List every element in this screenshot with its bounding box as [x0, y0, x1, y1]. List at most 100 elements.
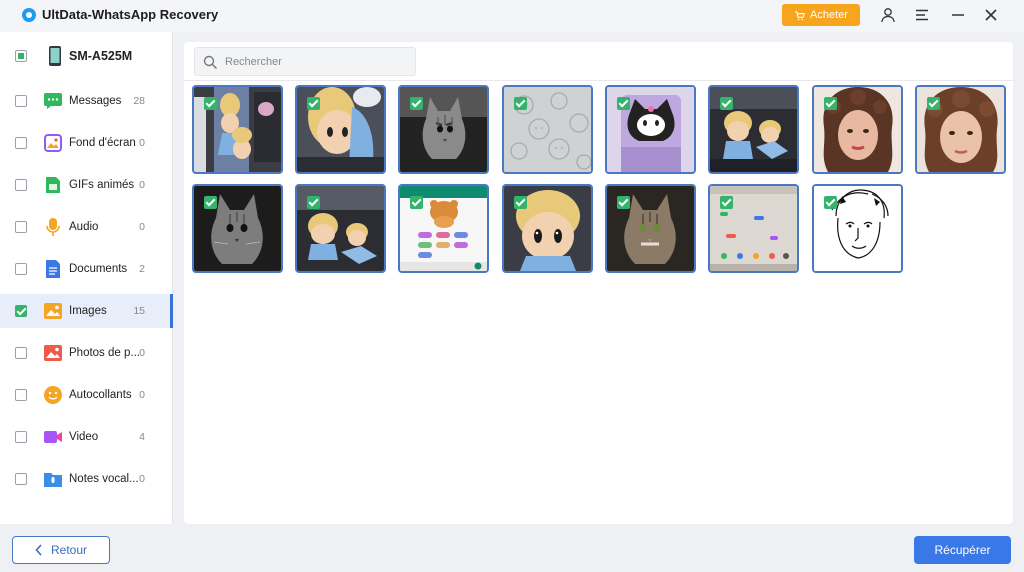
close-icon[interactable]	[981, 5, 1001, 25]
microphone-icon	[43, 217, 63, 237]
audio-checkbox[interactable]	[15, 221, 27, 233]
sidebar-item-count: 0	[139, 347, 145, 359]
cart-icon	[794, 10, 805, 20]
image-checkbox[interactable]	[307, 196, 320, 209]
image-checkbox[interactable]	[410, 97, 423, 110]
image-checkbox[interactable]	[720, 97, 733, 110]
image-checkbox[interactable]	[824, 196, 837, 209]
sidebar-item-label: Video	[69, 431, 99, 443]
image-thumbnail[interactable]	[192, 184, 283, 273]
sidebar-item-count: 0	[139, 179, 145, 191]
image-checkbox[interactable]	[617, 97, 630, 110]
sticker-icon	[43, 385, 63, 405]
image-thumbnail[interactable]	[398, 184, 489, 273]
sidebar-item-video[interactable]: Video 4	[0, 420, 173, 454]
gifs-checkbox[interactable]	[15, 179, 27, 191]
sidebar-item-count: 15	[133, 305, 145, 317]
minimize-icon[interactable]	[948, 5, 968, 25]
sidebar-item-label: GIFs animés	[69, 179, 135, 191]
sidebar-item-label: Autocollants	[69, 389, 132, 401]
image-checkbox[interactable]	[307, 97, 320, 110]
photo-icon	[43, 343, 63, 363]
recover-button[interactable]: Récupérer	[914, 536, 1011, 564]
app-logo-icon	[22, 8, 36, 22]
sidebar-item-count: 28	[133, 95, 145, 107]
video-checkbox[interactable]	[15, 431, 27, 443]
sidebar-item-gifs[interactable]: GIFs animés 0	[0, 168, 173, 202]
account-icon[interactable]	[878, 5, 898, 25]
sidebar-device[interactable]: SM-A525M	[0, 39, 173, 73]
phone-icon	[45, 46, 65, 66]
sidebar-item-messages[interactable]: Messages 28	[0, 84, 173, 118]
wallpaper-checkbox[interactable]	[15, 137, 27, 149]
app-title: UltData-WhatsApp Recovery	[42, 7, 219, 22]
image-checkbox[interactable]	[617, 196, 630, 209]
image-checkbox[interactable]	[514, 196, 527, 209]
sidebar-item-count: 0	[139, 473, 145, 485]
sidebar-item-count: 0	[139, 137, 145, 149]
recover-button-label: Récupérer	[934, 543, 991, 557]
sidebar-item-label: Photos de p...	[69, 347, 139, 359]
sidebar-item-wallpaper[interactable]: Fond d'écran 0	[0, 126, 173, 160]
image-thumbnail[interactable]	[295, 85, 386, 174]
image-gallery-panel	[184, 42, 1013, 524]
menu-icon[interactable]	[912, 5, 932, 25]
image-thumbnail[interactable]	[812, 85, 903, 174]
image-checkbox[interactable]	[824, 97, 837, 110]
sidebar-item-label: Messages	[69, 95, 122, 107]
image-checkbox[interactable]	[927, 97, 940, 110]
category-sidebar: SM-A525M Messages 28 Fond d'écran 0 GIFs…	[0, 32, 173, 524]
sidebar-item-count: 0	[139, 221, 145, 233]
image-thumbnail[interactable]	[295, 184, 386, 273]
image-checkbox[interactable]	[204, 97, 217, 110]
image-thumbnail[interactable]	[502, 184, 593, 273]
image-thumbnail[interactable]	[502, 85, 593, 174]
sidebar-item-images[interactable]: Images 15	[0, 294, 173, 328]
profile-photos-checkbox[interactable]	[15, 347, 27, 359]
sidebar-item-count: 4	[139, 431, 145, 443]
wallpaper-icon	[43, 133, 63, 153]
image-icon	[43, 301, 63, 321]
back-button[interactable]: Retour	[12, 536, 110, 564]
messages-checkbox[interactable]	[15, 95, 27, 107]
image-checkbox[interactable]	[204, 196, 217, 209]
image-thumbnail[interactable]	[605, 85, 696, 174]
images-checkbox[interactable]	[15, 305, 27, 317]
sidebar-item-label: Images	[69, 305, 107, 317]
sidebar-item-label: Audio	[69, 221, 99, 233]
video-icon	[43, 427, 63, 447]
image-thumbnail[interactable]	[812, 184, 903, 273]
device-name: SM-A525M	[69, 49, 133, 63]
search-icon	[203, 55, 218, 70]
sidebar-item-label: Notes vocal...	[69, 473, 139, 485]
sidebar-item-documents[interactable]: Documents 2	[0, 252, 173, 286]
back-button-label: Retour	[50, 543, 88, 557]
sidebar-item-stickers[interactable]: Autocollants 0	[0, 378, 173, 412]
sidebar-item-count: 2	[139, 263, 145, 275]
sidebar-item-audio[interactable]: Audio 0	[0, 210, 173, 244]
buy-button-label: Acheter	[810, 9, 848, 21]
image-thumbnail[interactable]	[708, 85, 799, 174]
buy-button[interactable]: Acheter	[782, 4, 860, 26]
search-input[interactable]	[225, 54, 405, 70]
image-checkbox[interactable]	[514, 97, 527, 110]
voice-notes-checkbox[interactable]	[15, 473, 27, 485]
image-checkbox[interactable]	[720, 196, 733, 209]
image-thumbnail[interactable]	[192, 85, 283, 174]
title-bar: UltData-WhatsApp Recovery Acheter	[0, 0, 1024, 32]
image-thumbnail[interactable]	[605, 184, 696, 273]
sidebar-item-profile-photos[interactable]: Photos de p... 0	[0, 336, 173, 370]
documents-checkbox[interactable]	[15, 263, 27, 275]
device-checkbox[interactable]	[15, 50, 27, 62]
document-icon	[43, 259, 63, 279]
image-thumbnail[interactable]	[915, 85, 1006, 174]
gif-icon	[43, 175, 63, 195]
image-thumbnail[interactable]	[398, 85, 489, 174]
search-box[interactable]	[194, 47, 416, 76]
sidebar-item-count: 0	[139, 389, 145, 401]
image-checkbox[interactable]	[410, 196, 423, 209]
image-thumbnail[interactable]	[708, 184, 799, 273]
stickers-checkbox[interactable]	[15, 389, 27, 401]
sidebar-item-voice-notes[interactable]: Notes vocal... 0	[0, 462, 173, 496]
chevron-left-icon	[35, 544, 42, 556]
